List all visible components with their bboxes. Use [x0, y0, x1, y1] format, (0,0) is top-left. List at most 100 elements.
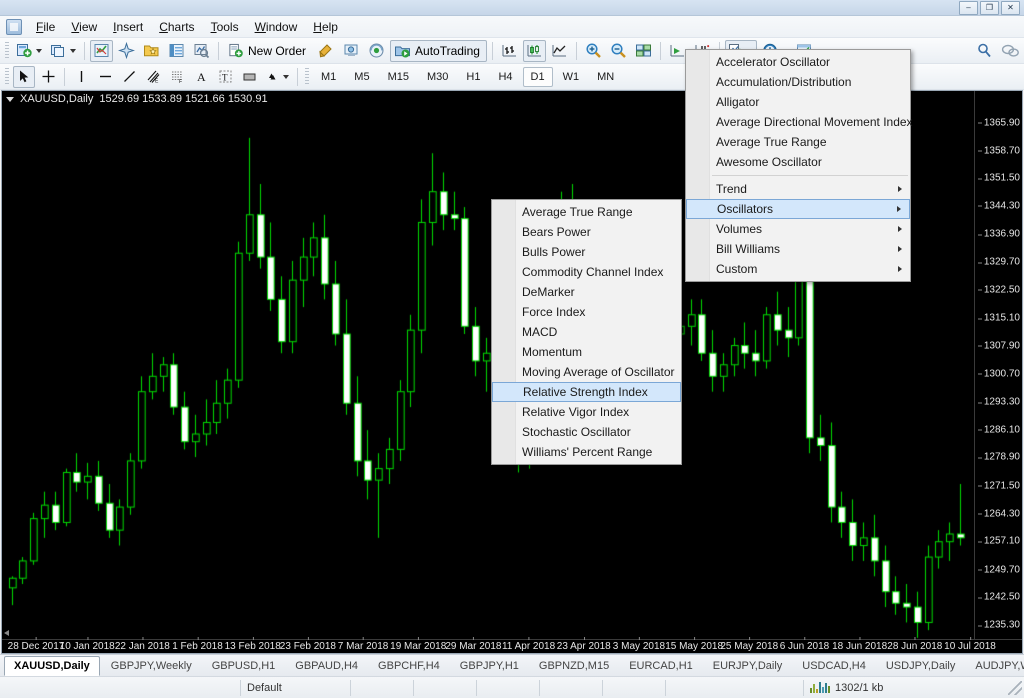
chart-tab-gbpchf-h4[interactable]: GBPCHF,H4 [369, 656, 449, 676]
toolbar-grip[interactable] [5, 41, 9, 60]
menu-tools[interactable]: Tools [203, 17, 247, 37]
menu-insert[interactable]: Insert [105, 17, 151, 37]
vertical-line-icon[interactable] [70, 66, 92, 88]
zoom-out-button[interactable] [607, 40, 630, 62]
search-icon[interactable] [973, 40, 996, 62]
chart-tab-usdjpy-daily[interactable]: USDJPY,Daily [877, 656, 965, 676]
menu-item-average-true-range[interactable]: Average True Range [686, 132, 910, 152]
menu-item-bulls-power[interactable]: Bulls Power [492, 242, 681, 262]
menu-item-volumes[interactable]: Volumes [686, 219, 910, 239]
chevron-down-icon[interactable] [70, 48, 76, 53]
expert-advisors-button[interactable] [340, 40, 363, 62]
new-chart-button[interactable] [13, 40, 45, 62]
chart-tab-gbpnzd-m15[interactable]: GBPNZD,M15 [530, 656, 618, 676]
minimize-button[interactable]: – [959, 1, 978, 15]
scroll-left-icon[interactable] [3, 629, 11, 637]
menu-item-oscillators[interactable]: Oscillators [686, 199, 910, 219]
line-chart-button[interactable] [548, 40, 571, 62]
timeframe-m15[interactable]: M15 [380, 67, 417, 87]
menu-item-williams-percent-range[interactable]: Williams' Percent Range [492, 442, 681, 462]
market-watch-button[interactable] [90, 39, 113, 62]
menu-window[interactable]: Window [247, 17, 306, 37]
horizontal-line-icon[interactable] [94, 66, 116, 88]
terminal-button[interactable] [165, 40, 188, 62]
timeframe-h1[interactable]: H1 [458, 67, 488, 87]
chart-collapse-icon[interactable] [6, 96, 14, 102]
menu-item-moving-average-of-oscillator[interactable]: Moving Average of Oscillator [492, 362, 681, 382]
chart-tab-audjpy-weekly[interactable]: AUDJPY,Weekly [966, 656, 1024, 676]
crosshair-icon[interactable] [37, 66, 59, 88]
timeframe-m5[interactable]: M5 [346, 67, 377, 87]
menu-item-bears-power[interactable]: Bears Power [492, 222, 681, 242]
chart-tab-eurcad-h1[interactable]: EURCAD,H1 [620, 656, 702, 676]
candlestick-chart-button[interactable] [522, 39, 546, 62]
chart-tab-eurjpy-daily[interactable]: EURJPY,Daily [704, 656, 792, 676]
zoom-in-button[interactable] [582, 40, 605, 62]
text-icon[interactable]: A [190, 66, 212, 88]
menu-file[interactable]: File [28, 17, 63, 37]
chart-tab-gbpaud-h4[interactable]: GBPAUD,H4 [286, 656, 367, 676]
new-order-button[interactable]: New Order [224, 40, 313, 62]
profiles-button[interactable] [47, 40, 79, 62]
timeframe-h4[interactable]: H4 [490, 67, 520, 87]
status-traffic[interactable]: 1302/1 kb [803, 679, 889, 696]
menu-item-commodity-channel-index[interactable]: Commodity Channel Index [492, 262, 681, 282]
restore-button[interactable]: ❐ [980, 1, 999, 15]
menu-item-accumulation-distribution[interactable]: Accumulation/Distribution [686, 72, 910, 92]
trendline-icon[interactable] [118, 66, 140, 88]
oscillators-submenu[interactable]: Average True Range Bears Power Bulls Power… [491, 199, 682, 465]
chart-tab-usdcad-h4[interactable]: USDCAD,H4 [793, 656, 875, 676]
menu-help[interactable]: Help [305, 17, 346, 37]
autotrading-button[interactable]: AutoTrading [390, 39, 487, 62]
chat-icon[interactable] [998, 40, 1023, 62]
cursor-icon[interactable] [13, 65, 35, 88]
timeframe-w1[interactable]: W1 [555, 67, 588, 87]
timeframe-mn[interactable]: MN [589, 67, 622, 87]
menu-item-relative-strength-index[interactable]: Relative Strength Index [492, 382, 681, 402]
menu-item-force-index[interactable]: Force Index [492, 302, 681, 322]
chart-tabs[interactable]: XAUUSD,Daily GBPJPY,Weekly GBPUSD,H1 GBPAUD… [0, 654, 1024, 676]
text-label-icon[interactable]: T [214, 66, 236, 88]
timeframe-m30[interactable]: M30 [419, 67, 456, 87]
menu-charts[interactable]: Charts [151, 17, 202, 37]
chart-tab-gbpjpy-h1[interactable]: GBPJPY,H1 [451, 656, 528, 676]
menu-item-average-true-range[interactable]: Average True Range [492, 202, 681, 222]
tile-windows-button[interactable] [632, 40, 655, 62]
menu-item-alligator[interactable]: Alligator [686, 92, 910, 112]
menu-item-macd[interactable]: MACD [492, 322, 681, 342]
fibonacci-retracement-icon[interactable]: F [166, 66, 188, 88]
close-button[interactable]: ✕ [1001, 1, 1020, 15]
chart-tab-gbpjpy-weekly[interactable]: GBPJPY,Weekly [102, 656, 201, 676]
indicators-menu[interactable]: Accelerator Oscillator Accumulation/Distr… [685, 49, 913, 282]
menu-item-momentum[interactable]: Momentum [492, 342, 681, 362]
menu-item-demarker[interactable]: DeMarker [492, 282, 681, 302]
chevron-down-icon[interactable] [36, 48, 42, 53]
rectangle-icon[interactable] [238, 66, 260, 88]
chart-tab-xauusd-daily[interactable]: XAUUSD,Daily [4, 656, 100, 676]
toolbar-grip[interactable] [5, 67, 9, 86]
chart-tab-gbpusd-h1[interactable]: GBPUSD,H1 [203, 656, 285, 676]
resize-grip[interactable] [1008, 680, 1022, 695]
menu-item-awesome-oscillator[interactable]: Awesome Oscillator [686, 152, 910, 172]
equidistant-channel-icon[interactable]: E [142, 66, 164, 88]
status-profile[interactable]: Default [240, 679, 350, 696]
time-axis[interactable]: 28 Dec 2017 10 Jan 2018 22 Jan 2018 1 Feb 2… [2, 637, 1022, 653]
timeframe-d1[interactable]: D1 [522, 66, 553, 87]
bar-chart-button[interactable] [498, 40, 521, 62]
chevron-down-icon[interactable] [283, 74, 289, 79]
price-axis[interactable]: 1365.90 1358.70 1351.50 1344.30 1336.90 1329.… [974, 91, 1022, 653]
favorites-button[interactable] [140, 40, 163, 62]
menu-item-bill-williams[interactable]: Bill Williams [686, 239, 910, 259]
menu-item-relative-vigor-index[interactable]: Relative Vigor Index [492, 402, 681, 422]
navigator-button[interactable] [115, 40, 138, 62]
menu-item-trend[interactable]: Trend [686, 179, 910, 199]
menu-item-custom[interactable]: Custom [686, 259, 910, 279]
metaeditor-button[interactable] [315, 40, 338, 62]
timeframe-m1[interactable]: M1 [313, 67, 344, 87]
menu-view[interactable]: View [63, 17, 105, 37]
toolbar-grip[interactable] [305, 67, 309, 86]
menu-item-stochastic-oscillator[interactable]: Stochastic Oscillator [492, 422, 681, 442]
menu-item-accelerator-oscillator[interactable]: Accelerator Oscillator [686, 52, 910, 72]
data-window-button[interactable] [365, 40, 388, 62]
arrows-icon[interactable] [262, 66, 292, 88]
